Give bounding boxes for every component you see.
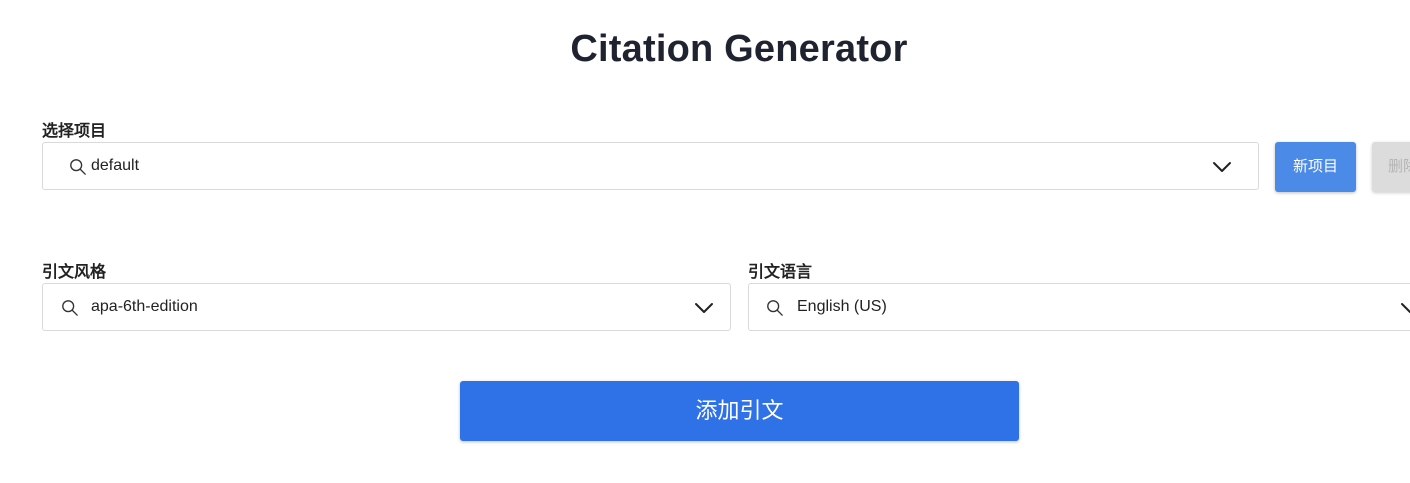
page-title: Citation Generator xyxy=(570,28,908,70)
citation-language-select[interactable]: English (US) xyxy=(748,283,1410,331)
chevron-down-icon[interactable] xyxy=(1400,298,1410,318)
citation-style-select[interactable]: apa-6th-edition xyxy=(42,283,731,331)
search-icon xyxy=(62,300,78,316)
chevron-down-icon[interactable] xyxy=(1212,157,1232,177)
citation-language-value: English (US) xyxy=(797,298,887,315)
citation-generator-page: Citation Generator 选择项目 default 新项目 删除 引… xyxy=(0,0,1410,483)
project-select[interactable]: default xyxy=(42,142,1259,190)
citation-style-value: apa-6th-edition xyxy=(91,298,198,315)
project-select-value: default xyxy=(91,157,140,174)
search-icon xyxy=(70,159,86,175)
chevron-down-icon[interactable] xyxy=(694,298,714,318)
new-project-button[interactable]: 新项目 xyxy=(1275,142,1356,192)
add-citation-button[interactable]: 添加引文 xyxy=(460,381,1019,441)
project-label: 选择项目 xyxy=(42,123,107,140)
citation-style-label: 引文风格 xyxy=(42,264,107,281)
citation-language-label: 引文语言 xyxy=(748,264,813,281)
search-icon xyxy=(767,300,783,316)
delete-project-button[interactable]: 删除 xyxy=(1372,142,1410,192)
